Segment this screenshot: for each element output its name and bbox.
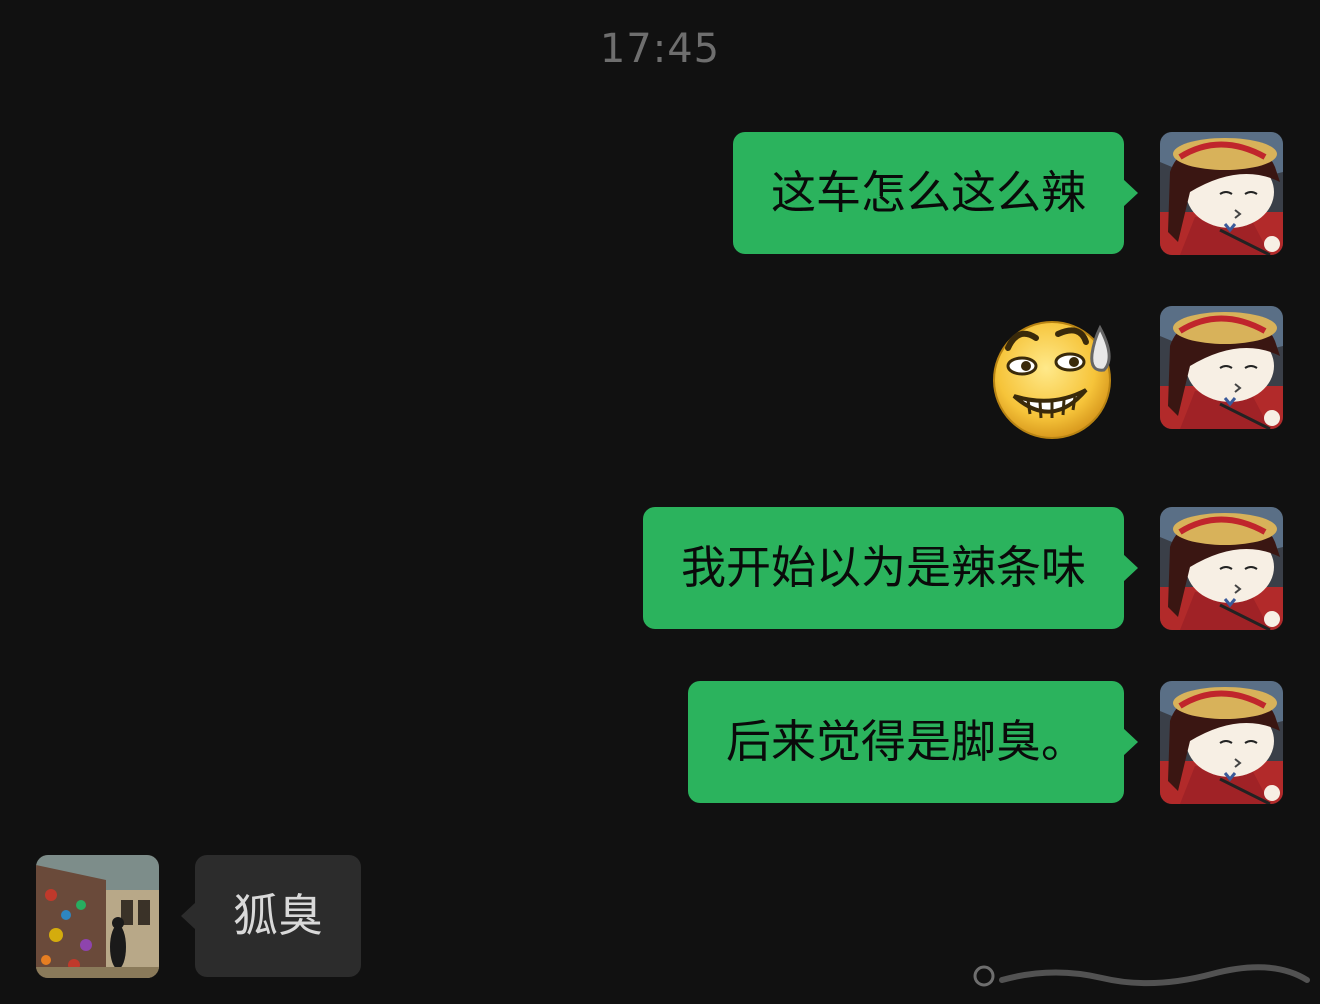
my-avatar[interactable] [1160,507,1283,630]
cartoon-girl-avatar-icon [1160,507,1283,630]
my-avatar[interactable] [1160,132,1283,255]
message-timestamp: 17:45 [599,26,721,72]
incoming-message-bubble[interactable]: 狐臭 [180,855,362,977]
outgoing-message-bubble[interactable]: 这车怎么这么辣 [732,132,1139,254]
graffiti-wall-photo-avatar-icon [36,855,159,978]
outgoing-message-bubble[interactable]: 后来觉得是脚臭。 [687,681,1139,803]
my-avatar[interactable] [1160,681,1283,804]
cartoon-girl-avatar-icon [1160,306,1283,429]
my-avatar[interactable] [1160,306,1283,429]
outgoing-message-bubble[interactable]: 我开始以为是辣条味 [642,507,1139,629]
cartoon-girl-avatar-icon [1160,132,1283,255]
watermark-icon [973,964,1310,987]
sticker-message[interactable] [988,318,1122,440]
contact-avatar[interactable] [36,855,159,978]
chat-window: 17:45 这车怎么这么辣 我开始以为是辣条味 后来觉得是脚臭。 狐臭 [0,0,1320,1004]
grimace-sweat-emoji-icon [993,321,1111,439]
cartoon-girl-avatar-icon [1160,681,1283,804]
